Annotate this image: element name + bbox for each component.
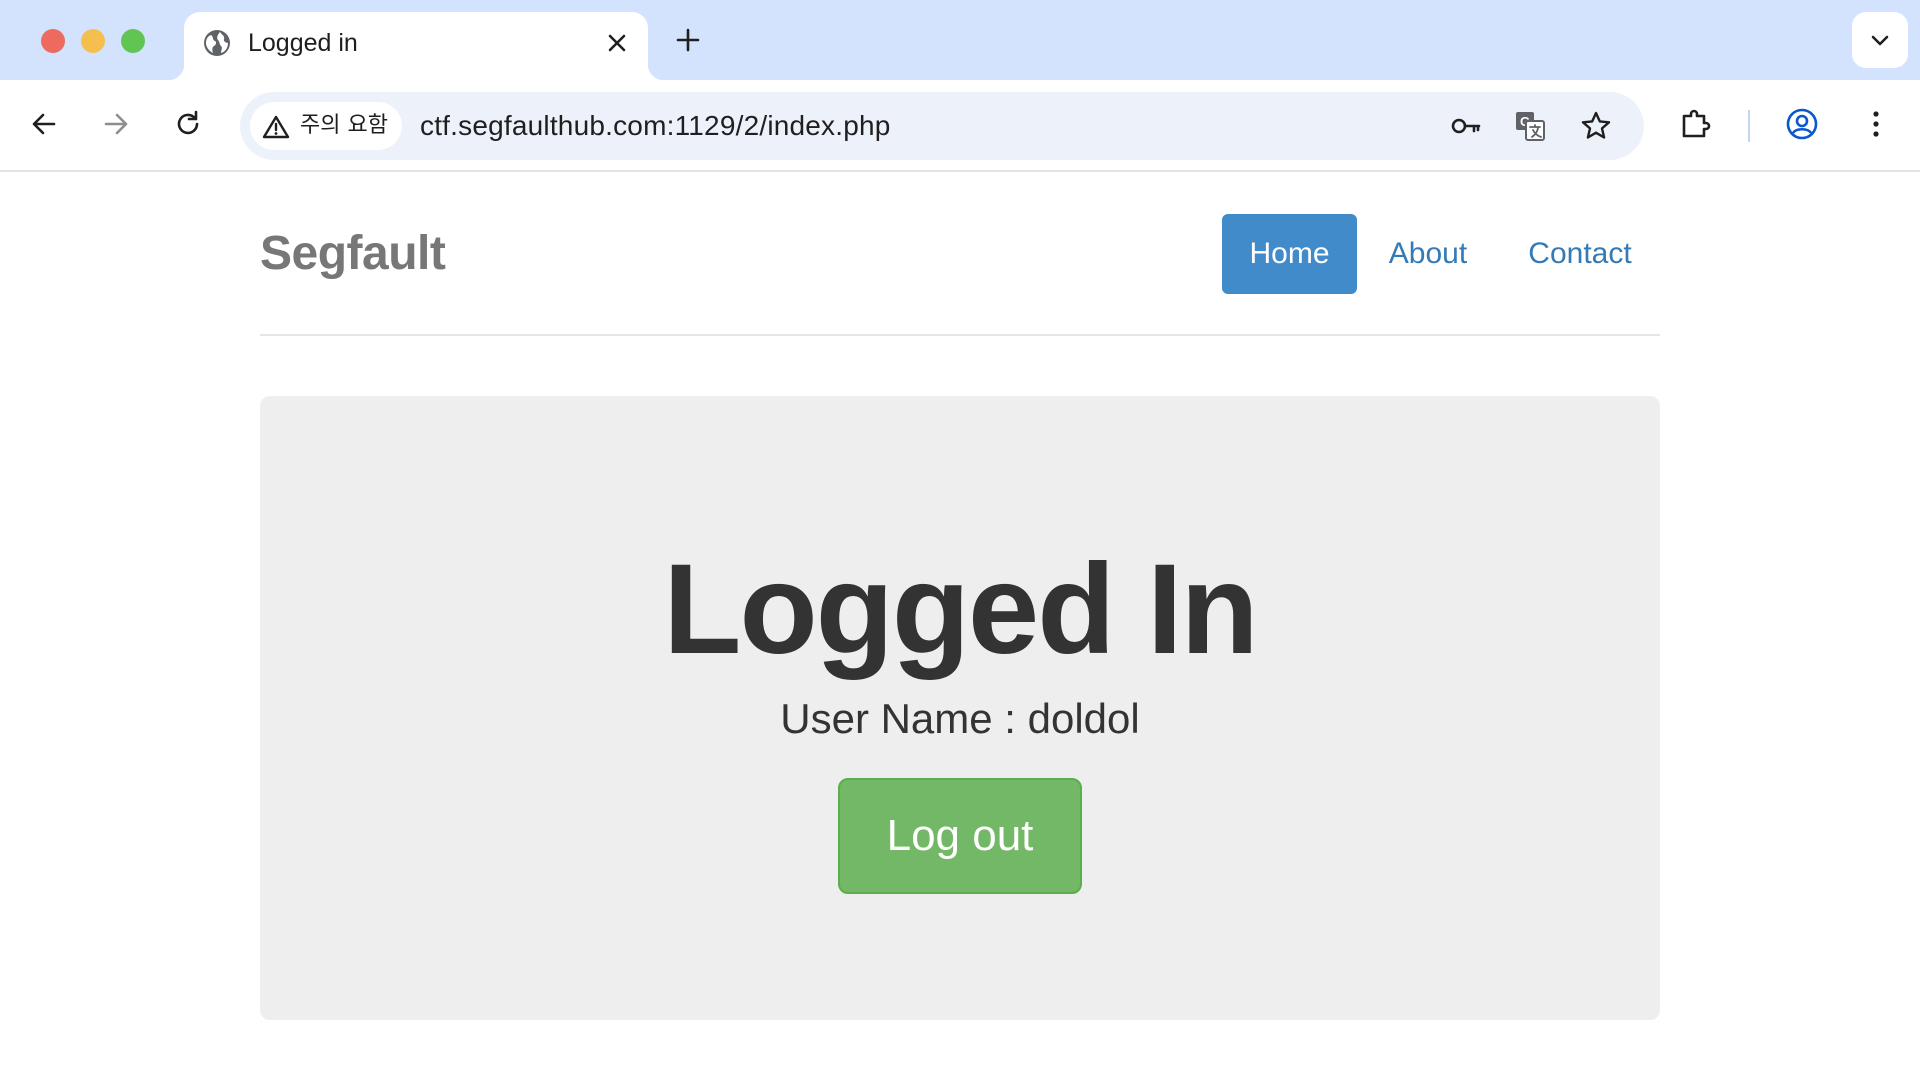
nav-link-home[interactable]: Home — [1222, 214, 1357, 294]
warning-triangle-icon — [262, 115, 290, 139]
browser-toolbar: 주의 요함 ctf.segfaulthub.com:1129/2/index.p… — [0, 80, 1920, 172]
window-minimize-button[interactable] — [81, 29, 105, 53]
page-title: Logged In — [663, 538, 1258, 681]
back-arrow-icon[interactable] — [26, 106, 62, 142]
security-warning-label: 주의 요함 — [300, 113, 388, 138]
address-bar[interactable]: 주의 요함 ctf.segfaulthub.com:1129/2/index.p… — [240, 92, 1644, 160]
tab-search-button[interactable] — [1852, 12, 1908, 68]
security-warning-chip[interactable]: 주의 요함 — [250, 102, 402, 150]
jumbotron: Logged In User Name : doldol Log out — [260, 396, 1660, 1020]
nav-link-contact[interactable]: Contact — [1510, 214, 1650, 294]
profile-avatar-icon[interactable] — [1784, 106, 1820, 142]
browser-tab-strip: Logged in — [0, 0, 1920, 80]
username-text: User Name : doldol — [780, 695, 1140, 742]
extensions-puzzle-icon[interactable] — [1678, 106, 1714, 142]
close-icon[interactable] — [602, 28, 632, 58]
browser-tab[interactable]: Logged in — [168, 12, 664, 80]
new-tab-icon[interactable] — [672, 24, 704, 56]
nav-link-about[interactable]: About — [1368, 214, 1488, 294]
header-divider — [260, 334, 1660, 336]
reload-icon[interactable] — [170, 106, 206, 142]
more-menu-icon[interactable] — [1858, 106, 1894, 142]
translate-icon[interactable]: G — [1512, 108, 1548, 144]
window-close-button[interactable] — [41, 29, 65, 53]
url-text[interactable]: ctf.segfaulthub.com:1129/2/index.php — [420, 110, 891, 142]
chevron-down-icon — [1871, 35, 1889, 46]
key-icon[interactable] — [1448, 108, 1484, 144]
toolbar-separator — [1748, 110, 1750, 142]
tab-title: Logged in — [248, 29, 358, 57]
bookmark-star-icon[interactable] — [1578, 108, 1614, 144]
forward-arrow-icon[interactable] — [98, 106, 134, 142]
logout-button[interactable]: Log out — [838, 778, 1082, 894]
page-content: Segfault Home About Contact Logged In Us… — [0, 174, 1920, 1080]
globe-icon — [204, 30, 230, 56]
site-brand[interactable]: Segfault — [260, 226, 446, 282]
window-maximize-button[interactable] — [121, 29, 145, 53]
